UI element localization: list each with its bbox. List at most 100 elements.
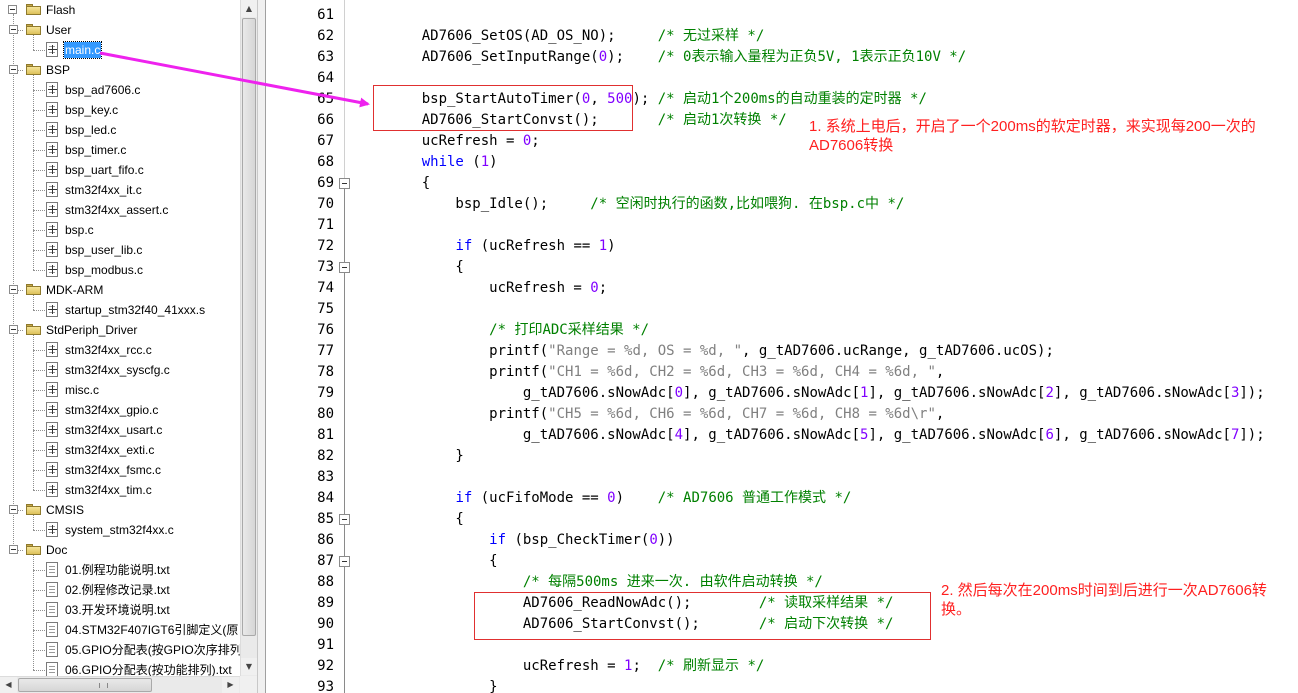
tree-item-label[interactable]: stm32f4xx_rcc.c (64, 342, 153, 358)
tree-file-item[interactable]: 04.STM32F407IGT6引脚定义(原 (0, 620, 240, 640)
tree-item-label[interactable]: stm32f4xx_exti.c (64, 442, 155, 458)
tree-item-label[interactable]: bsp.c (64, 222, 95, 238)
tree-file-item[interactable]: misc.c (0, 380, 240, 400)
tree-file-item[interactable]: stm32f4xx_syscfg.c (0, 360, 240, 380)
scroll-up-arrow-icon[interactable]: ▲ (241, 0, 257, 17)
scroll-left-arrow-icon[interactable]: ◀ (0, 677, 17, 693)
tree-item-label[interactable]: 04.STM32F407IGT6引脚定义(原 (64, 622, 239, 638)
tree-file-item[interactable]: stm32f4xx_exti.c (0, 440, 240, 460)
collapse-toggle-icon[interactable] (9, 545, 18, 554)
code-line[interactable]: { (267, 173, 1298, 194)
tree-file-item[interactable]: stm32f4xx_fsmc.c (0, 460, 240, 480)
code-line[interactable]: printf("Range = %d, OS = %d, ", g_tAD760… (267, 341, 1298, 362)
code-line[interactable]: { (267, 257, 1298, 278)
collapse-toggle-icon[interactable] (9, 285, 18, 294)
code-line[interactable]: { (267, 509, 1298, 530)
tree-vertical-scrollbar[interactable]: ▲ ▼ (240, 0, 257, 676)
tree-file-item[interactable]: stm32f4xx_assert.c (0, 200, 240, 220)
tree-item-label[interactable]: startup_stm32f40_41xxx.s (64, 302, 206, 318)
tree-group-stdperiph-driver[interactable]: StdPeriph_Driver (0, 320, 240, 340)
tree-item-label[interactable]: stm32f4xx_usart.c (64, 422, 163, 438)
code-line[interactable]: } (267, 446, 1298, 467)
tree-vertical-scroll-thumb[interactable] (242, 18, 256, 636)
tree-file-item[interactable]: startup_stm32f40_41xxx.s (0, 300, 240, 320)
tree-item-label[interactable]: stm32f4xx_tim.c (64, 482, 153, 498)
code-line[interactable]: g_tAD7606.sNowAdc[4], g_tAD7606.sNowAdc[… (267, 425, 1298, 446)
tree-file-item[interactable]: stm32f4xx_it.c (0, 180, 240, 200)
tree-horizontal-scroll-thumb[interactable] (18, 678, 152, 692)
tree-file-item[interactable]: 03.开发环境说明.txt (0, 600, 240, 620)
tree-item-label[interactable]: stm32f4xx_it.c (64, 182, 143, 198)
tree-item-label[interactable]: Flash (45, 2, 76, 18)
tree-file-item[interactable]: bsp_uart_fifo.c (0, 160, 240, 180)
tree-file-item[interactable]: 01.例程功能说明.txt (0, 560, 240, 580)
tree-item-label[interactable]: 03.开发环境说明.txt (64, 602, 171, 618)
fold-toggle-icon[interactable] (339, 262, 350, 273)
tree-file-item[interactable]: bsp_user_lib.c (0, 240, 240, 260)
tree-file-item[interactable]: main.c (0, 40, 240, 60)
tree-group-flash[interactable]: Flash (0, 0, 240, 20)
tree-item-label[interactable]: misc.c (64, 382, 100, 398)
code-line[interactable]: AD7606_SetOS(AD_OS_NO); /* 无过采样 */ (267, 26, 1298, 47)
tree-item-label[interactable]: stm32f4xx_assert.c (64, 202, 169, 218)
tree-item-label[interactable]: bsp_user_lib.c (64, 242, 143, 258)
tree-item-label[interactable]: system_stm32f4xx.c (64, 522, 175, 538)
tree-item-label[interactable]: stm32f4xx_gpio.c (64, 402, 159, 418)
panel-splitter[interactable] (258, 0, 266, 693)
tree-item-label[interactable]: bsp_uart_fifo.c (64, 162, 145, 178)
code-line[interactable]: if (ucRefresh == 1) (267, 236, 1298, 257)
code-line[interactable]: while (1) (267, 152, 1298, 173)
tree-item-label[interactable]: Doc (45, 542, 68, 558)
code-line[interactable]: ucRefresh = 0; (267, 278, 1298, 299)
tree-file-item[interactable]: system_stm32f4xx.c (0, 520, 240, 540)
tree-file-item[interactable]: 06.GPIO分配表(按功能排列).txt (0, 660, 240, 676)
code-line[interactable]: AD7606_SetInputRange(0); /* 0表示输入量程为正负5V… (267, 47, 1298, 68)
code-editor[interactable]: 61 62 63 64 65 66 67 68 69 70 71 72 73 74 75 76 77 78 79 80… (267, 0, 1298, 693)
fold-toggle-icon[interactable] (339, 556, 350, 567)
collapse-toggle-icon[interactable] (9, 325, 18, 334)
tree-file-item[interactable]: stm32f4xx_usart.c (0, 420, 240, 440)
tree-group-cmsis[interactable]: CMSIS (0, 500, 240, 520)
tree-item-label[interactable]: stm32f4xx_syscfg.c (64, 362, 171, 378)
code-line[interactable]: printf("CH1 = %6d, CH2 = %6d, CH3 = %6d,… (267, 362, 1298, 383)
fold-toggle-icon[interactable] (339, 178, 350, 189)
code-line[interactable]: if (bsp_CheckTimer(0)) (267, 530, 1298, 551)
tree-item-label[interactable]: bsp_led.c (64, 122, 117, 138)
code-line[interactable]: } (267, 677, 1298, 693)
tree-group-bsp[interactable]: BSP (0, 60, 240, 80)
tree-item-label[interactable]: bsp_key.c (64, 102, 119, 118)
collapse-toggle-icon[interactable] (9, 505, 18, 514)
tree-item-label[interactable]: bsp_ad7606.c (64, 82, 141, 98)
code-line[interactable]: g_tAD7606.sNowAdc[0], g_tAD7606.sNowAdc[… (267, 383, 1298, 404)
code-line[interactable]: printf("CH5 = %6d, CH6 = %6d, CH7 = %6d,… (267, 404, 1298, 425)
tree-file-item[interactable]: bsp.c (0, 220, 240, 240)
code-line[interactable]: ucRefresh = 1; /* 刷新显示 */ (267, 656, 1298, 677)
scroll-right-arrow-icon[interactable]: ▶ (222, 677, 239, 693)
scroll-down-arrow-icon[interactable]: ▼ (241, 658, 257, 675)
tree-file-item[interactable]: 02.例程修改记录.txt (0, 580, 240, 600)
tree-item-label[interactable]: 06.GPIO分配表(按功能排列).txt (64, 662, 233, 676)
tree-file-item[interactable]: bsp_ad7606.c (0, 80, 240, 100)
collapse-toggle-icon[interactable] (9, 25, 18, 34)
tree-group-user[interactable]: User (0, 20, 240, 40)
tree-item-label[interactable]: 02.例程修改记录.txt (64, 582, 171, 598)
code-line[interactable]: { (267, 551, 1298, 572)
code-line[interactable] (267, 5, 1298, 26)
tree-file-item[interactable]: bsp_key.c (0, 100, 240, 120)
tree-item-label[interactable]: 05.GPIO分配表(按GPIO次序排列 (64, 642, 240, 658)
tree-item-label[interactable]: 01.例程功能说明.txt (64, 562, 171, 578)
tree-file-item[interactable]: 05.GPIO分配表(按GPIO次序排列 (0, 640, 240, 660)
tree-group-mdk-arm[interactable]: MDK-ARM (0, 280, 240, 300)
tree-file-item[interactable]: stm32f4xx_gpio.c (0, 400, 240, 420)
tree-file-item[interactable]: bsp_led.c (0, 120, 240, 140)
tree-item-label[interactable]: bsp_timer.c (64, 142, 127, 158)
tree-item-label[interactable]: MDK-ARM (45, 282, 104, 298)
tree-file-item[interactable]: bsp_timer.c (0, 140, 240, 160)
tree-group-doc[interactable]: Doc (0, 540, 240, 560)
tree-file-item[interactable]: stm32f4xx_rcc.c (0, 340, 240, 360)
tree-file-item[interactable]: stm32f4xx_tim.c (0, 480, 240, 500)
tree-item-label[interactable]: BSP (45, 62, 71, 78)
tree-item-label[interactable]: bsp_modbus.c (64, 262, 144, 278)
code-line[interactable] (267, 467, 1298, 488)
collapse-toggle-icon[interactable] (8, 5, 17, 14)
